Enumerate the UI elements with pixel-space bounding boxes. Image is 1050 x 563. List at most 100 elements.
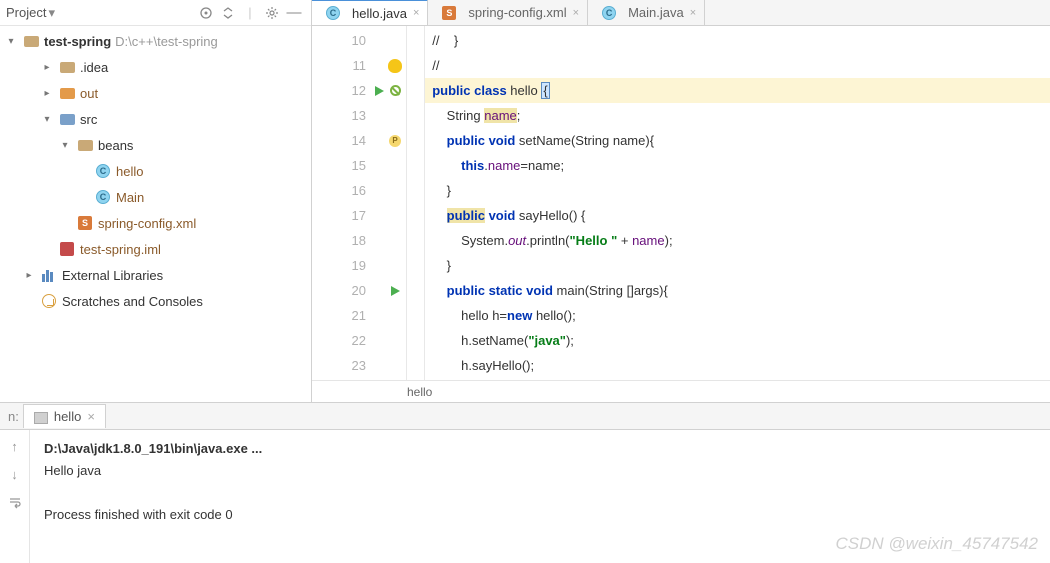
- folder-icon: [76, 136, 94, 154]
- close-icon[interactable]: ×: [573, 7, 579, 19]
- folder-blue-icon: [58, 110, 76, 128]
- console-tab-label: hello: [34, 409, 81, 424]
- run-icon[interactable]: [388, 284, 402, 298]
- gear-icon[interactable]: [261, 2, 283, 24]
- tab-label: spring-config.xml: [468, 5, 566, 20]
- project-tree: ▾test-springD:\c++\test-spring▸.idea▸out…: [0, 26, 311, 402]
- lib-icon: [40, 266, 58, 284]
- line-number[interactable]: 13: [312, 103, 406, 128]
- project-header: Project ▾ | —: [0, 0, 311, 26]
- code-line[interactable]: h.setName("java");: [425, 328, 1050, 353]
- breadcrumb[interactable]: hello: [312, 380, 1050, 402]
- watermark: CSDN @weixin_45747542: [836, 533, 1038, 555]
- fold-bar: [407, 26, 425, 380]
- close-icon[interactable]: ×: [413, 7, 419, 19]
- code-line[interactable]: h.sayHello();: [425, 353, 1050, 378]
- code-line[interactable]: this.name=name;: [425, 153, 1050, 178]
- line-number[interactable]: 21: [312, 303, 406, 328]
- line-gutter: 1011121314P15161718192021222324: [312, 26, 407, 380]
- tree-node-Scratches-and-Consoles[interactable]: Scratches and Consoles: [0, 288, 311, 314]
- line-number[interactable]: 15: [312, 153, 406, 178]
- tree-node-hello[interactable]: Chello: [0, 158, 311, 184]
- folder-orange-icon: [58, 84, 76, 102]
- console-side-label: n:: [8, 409, 19, 424]
- line-number[interactable]: 10: [312, 28, 406, 53]
- tree-node-beans[interactable]: ▾beans: [0, 132, 311, 158]
- close-icon[interactable]: ×: [87, 409, 95, 424]
- property-icon[interactable]: P: [388, 134, 402, 148]
- main-split: Project ▾ | — ▾test-springD:\c++\test-sp…: [0, 0, 1050, 403]
- scroll-down-icon[interactable]: ↓: [7, 466, 23, 482]
- expand-all-icon[interactable]: [217, 2, 239, 24]
- tree-node-Main[interactable]: CMain: [0, 184, 311, 210]
- code-line[interactable]: public void sayHello() {: [425, 203, 1050, 228]
- tree-node-spring-config-xml[interactable]: Sspring-config.xml: [0, 210, 311, 236]
- tree-node-out[interactable]: ▸out: [0, 80, 311, 106]
- console-output[interactable]: D:\Java\jdk1.8.0_191\bin\java.exe ...Hel…: [30, 430, 1050, 563]
- override-icon[interactable]: [388, 84, 402, 98]
- line-number[interactable]: 18: [312, 228, 406, 253]
- tree-root[interactable]: ▾test-springD:\c++\test-spring: [0, 28, 311, 54]
- tab-hello-java[interactable]: Chello.java ×: [312, 0, 428, 25]
- line-number[interactable]: 22: [312, 328, 406, 353]
- code-line[interactable]: String name;: [425, 103, 1050, 128]
- soft-wrap-icon[interactable]: [7, 494, 23, 510]
- class-icon: C: [94, 188, 112, 206]
- code-line[interactable]: //: [425, 53, 1050, 78]
- tab-label: Main.java: [628, 5, 684, 20]
- project-sidebar: Project ▾ | — ▾test-springD:\c++\test-sp…: [0, 0, 312, 402]
- class-icon: C: [94, 162, 112, 180]
- editor-pane: Chello.java × Sspring-config.xml × C Main.jav…: [312, 0, 1050, 402]
- close-icon[interactable]: ×: [690, 7, 696, 19]
- line-number[interactable]: 20: [312, 278, 406, 303]
- code-line[interactable]: hello h=new hello();: [425, 303, 1050, 328]
- scratch-icon: [40, 292, 58, 310]
- line-number[interactable]: 11: [312, 53, 406, 78]
- code-line[interactable]: System.out.println("Hello " + name);: [425, 228, 1050, 253]
- tree-node--idea[interactable]: ▸.idea: [0, 54, 311, 80]
- code-line[interactable]: public void setName(String name){: [425, 128, 1050, 153]
- tab-spring-config-xml[interactable]: Sspring-config.xml ×: [428, 0, 588, 25]
- line-number[interactable]: 19: [312, 253, 406, 278]
- folder-icon: [58, 58, 76, 76]
- tab-Main-java[interactable]: C Main.java ×: [588, 0, 705, 25]
- line-number[interactable]: 24: [312, 378, 406, 380]
- hide-icon[interactable]: —: [283, 2, 305, 24]
- line-number[interactable]: 23: [312, 353, 406, 378]
- xml-icon: S: [440, 4, 458, 22]
- class-icon: C: [600, 4, 618, 22]
- scroll-up-icon[interactable]: ↑: [7, 438, 23, 454]
- project-title: Project: [6, 5, 46, 20]
- code-content[interactable]: // } // public class hello { String name…: [425, 26, 1050, 380]
- tab-label: hello.java: [352, 6, 407, 21]
- console-line: D:\Java\jdk1.8.0_191\bin\java.exe ...: [44, 438, 1036, 460]
- console-body: ↑ ↓ D:\Java\jdk1.8.0_191\bin\java.exe ..…: [0, 430, 1050, 563]
- line-number[interactable]: 16: [312, 178, 406, 203]
- run-icon[interactable]: [372, 84, 386, 98]
- code-line[interactable]: }: [425, 178, 1050, 203]
- code-line[interactable]: public class hello {: [425, 78, 1050, 103]
- code-line[interactable]: public static void main(String []args){: [425, 278, 1050, 303]
- target-icon[interactable]: [195, 2, 217, 24]
- code-line[interactable]: }: [425, 253, 1050, 278]
- console-line: Hello java: [44, 460, 1036, 482]
- xml-icon: S: [76, 214, 94, 232]
- tree-node-test-spring-iml[interactable]: test-spring.iml: [0, 236, 311, 262]
- console-tab-bar: n: hello ×: [0, 403, 1050, 430]
- console-tab-hello[interactable]: hello ×: [23, 404, 106, 428]
- editor-tabs: Chello.java × Sspring-config.xml × C Main.jav…: [312, 0, 1050, 26]
- divider: |: [239, 2, 261, 24]
- console-toolbar: ↑ ↓: [0, 430, 30, 563]
- class-icon: C: [324, 4, 342, 22]
- tree-node-External-Libraries[interactable]: ▸External Libraries: [0, 262, 311, 288]
- code-area: 1011121314P15161718192021222324 // } // …: [312, 26, 1050, 380]
- line-number[interactable]: 17: [312, 203, 406, 228]
- run-console: n: hello × ↑ ↓ D:\Java\jdk1.8.0_191\bin\…: [0, 403, 1050, 563]
- line-number[interactable]: 12: [312, 78, 406, 103]
- project-dropdown-icon[interactable]: ▾: [48, 5, 55, 21]
- line-number[interactable]: 14P: [312, 128, 406, 153]
- tree-node-src[interactable]: ▾src: [0, 106, 311, 132]
- console-line: Process finished with exit code 0: [44, 504, 1036, 526]
- code-line[interactable]: // }: [425, 28, 1050, 53]
- intention-bulb-icon[interactable]: [388, 59, 402, 73]
